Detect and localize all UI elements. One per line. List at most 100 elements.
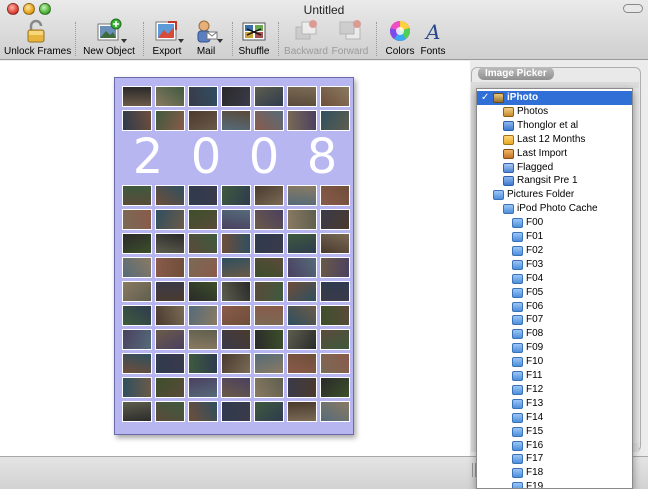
- photo-thumbnail[interactable]: [122, 401, 152, 422]
- photo-thumbnail[interactable]: [188, 353, 218, 374]
- photo-thumbnail[interactable]: [320, 401, 350, 422]
- photo-thumbnail[interactable]: [254, 110, 284, 131]
- photo-thumbnail[interactable]: [155, 353, 185, 374]
- photo-thumbnail[interactable]: [221, 353, 251, 374]
- source-list-item[interactable]: Last Import: [477, 147, 632, 161]
- photo-thumbnail[interactable]: [320, 185, 350, 206]
- photo-thumbnail[interactable]: [221, 110, 251, 131]
- photo-thumbnail[interactable]: [122, 377, 152, 398]
- new-object-button[interactable]: New Object: [83, 18, 135, 57]
- unlock-frames-button[interactable]: Unlock Frames: [4, 18, 71, 57]
- source-list-item[interactable]: F16: [477, 439, 632, 453]
- source-list-item[interactable]: F09: [477, 341, 632, 355]
- photo-thumbnail[interactable]: [122, 233, 152, 254]
- source-list-item[interactable]: F01: [477, 230, 632, 244]
- fonts-button[interactable]: A Fonts: [419, 18, 447, 57]
- photo-thumbnail[interactable]: [254, 353, 284, 374]
- photo-thumbnail[interactable]: [221, 233, 251, 254]
- photo-thumbnail[interactable]: [122, 86, 152, 107]
- photo-thumbnail[interactable]: [254, 401, 284, 422]
- source-list-item[interactable]: F08: [477, 327, 632, 341]
- photo-thumbnail[interactable]: [188, 401, 218, 422]
- photo-thumbnail[interactable]: [155, 377, 185, 398]
- photo-thumbnail[interactable]: [287, 377, 317, 398]
- source-list-item[interactable]: F13: [477, 397, 632, 411]
- photo-thumbnail[interactable]: [221, 377, 251, 398]
- photo-thumbnail[interactable]: [188, 209, 218, 230]
- source-list-item[interactable]: F04: [477, 272, 632, 286]
- photo-thumbnail[interactable]: [122, 185, 152, 206]
- source-list-item[interactable]: ✓ iPhoto: [477, 91, 632, 105]
- photo-thumbnail[interactable]: [320, 110, 350, 131]
- photo-thumbnail[interactable]: [188, 377, 218, 398]
- export-button[interactable]: Export: [150, 18, 184, 57]
- photo-thumbnail[interactable]: [188, 110, 218, 131]
- source-list-item[interactable]: F02: [477, 244, 632, 258]
- photo-thumbnail[interactable]: [320, 305, 350, 326]
- photo-thumbnail[interactable]: [254, 233, 284, 254]
- photo-thumbnail[interactable]: [188, 281, 218, 302]
- photo-thumbnail[interactable]: [287, 329, 317, 350]
- shuffle-button[interactable]: Shuffle: [237, 18, 271, 57]
- photo-thumbnail[interactable]: [320, 257, 350, 278]
- source-list-item[interactable]: Photos: [477, 105, 632, 119]
- source-list-item[interactable]: Pictures Folder: [477, 188, 632, 202]
- toolbar-toggle-button[interactable]: [623, 4, 643, 13]
- photo-thumbnail[interactable]: [221, 401, 251, 422]
- photo-thumbnail[interactable]: [254, 305, 284, 326]
- photo-thumbnail[interactable]: [287, 401, 317, 422]
- source-list-item[interactable]: F05: [477, 286, 632, 300]
- source-list-item[interactable]: Rangsit Pre 1: [477, 174, 632, 188]
- photo-thumbnail[interactable]: [155, 401, 185, 422]
- source-list-menu[interactable]: ✓ iPhoto Photos Thonglor et al Last 12 Month…: [476, 88, 633, 489]
- photo-thumbnail[interactable]: [188, 257, 218, 278]
- photo-thumbnail[interactable]: [254, 209, 284, 230]
- photo-thumbnail[interactable]: [254, 377, 284, 398]
- photo-thumbnail[interactable]: [221, 86, 251, 107]
- photo-thumbnail[interactable]: [221, 185, 251, 206]
- photo-thumbnail[interactable]: [320, 281, 350, 302]
- source-list-item[interactable]: F06: [477, 300, 632, 314]
- photo-thumbnail[interactable]: [287, 353, 317, 374]
- photo-thumbnail[interactable]: [188, 329, 218, 350]
- photo-thumbnail[interactable]: [155, 86, 185, 107]
- backward-button[interactable]: Backward: [284, 18, 328, 57]
- photo-thumbnail[interactable]: [221, 281, 251, 302]
- photo-thumbnail[interactable]: [155, 209, 185, 230]
- photo-thumbnail[interactable]: [122, 281, 152, 302]
- source-list-item[interactable]: F19: [477, 480, 632, 488]
- photo-thumbnail[interactable]: [221, 257, 251, 278]
- source-list-item[interactable]: F12: [477, 383, 632, 397]
- photo-thumbnail[interactable]: [320, 233, 350, 254]
- photo-thumbnail[interactable]: [122, 209, 152, 230]
- source-list-item[interactable]: F11: [477, 369, 632, 383]
- source-list-item[interactable]: F07: [477, 313, 632, 327]
- source-list-item[interactable]: iPod Photo Cache: [477, 202, 632, 216]
- source-list-item[interactable]: F14: [477, 411, 632, 425]
- photo-thumbnail[interactable]: [155, 329, 185, 350]
- poster-page[interactable]: 2 0 0 8: [114, 77, 354, 435]
- source-list-item[interactable]: F15: [477, 425, 632, 439]
- photo-thumbnail[interactable]: [287, 185, 317, 206]
- photo-thumbnail[interactable]: [287, 281, 317, 302]
- source-list-item[interactable]: F17: [477, 452, 632, 466]
- source-list-item[interactable]: Thonglor et al: [477, 119, 632, 133]
- forward-button[interactable]: Forward: [331, 18, 369, 57]
- source-list-item[interactable]: F18: [477, 466, 632, 480]
- photo-thumbnail[interactable]: [122, 305, 152, 326]
- photo-thumbnail[interactable]: [287, 110, 317, 131]
- source-list-item[interactable]: F03: [477, 258, 632, 272]
- photo-thumbnail[interactable]: [287, 305, 317, 326]
- source-list-item[interactable]: Last 12 Months: [477, 133, 632, 147]
- photo-thumbnail[interactable]: [122, 110, 152, 131]
- photo-thumbnail[interactable]: [155, 233, 185, 254]
- colors-button[interactable]: Colors: [385, 18, 415, 57]
- photo-thumbnail[interactable]: [155, 110, 185, 131]
- photo-thumbnail[interactable]: [320, 86, 350, 107]
- photo-thumbnail[interactable]: [122, 257, 152, 278]
- photo-thumbnail[interactable]: [254, 257, 284, 278]
- photo-thumbnail[interactable]: [188, 233, 218, 254]
- photo-thumbnail[interactable]: [188, 86, 218, 107]
- source-list-item[interactable]: F00: [477, 216, 632, 230]
- photo-thumbnail[interactable]: [254, 86, 284, 107]
